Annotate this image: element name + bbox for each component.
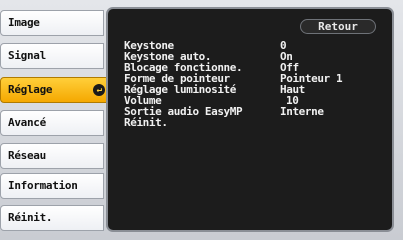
return-button[interactable]: Retour <box>300 19 376 34</box>
menu-item-reinit[interactable]: Réinit. <box>0 205 104 231</box>
menu-item-label: Information <box>8 179 78 192</box>
menu-item-image[interactable]: Image <box>0 10 104 36</box>
menu-item-signal[interactable]: Signal <box>0 43 104 69</box>
menu-item-reglage[interactable]: Réglage ↵ <box>0 77 112 103</box>
enter-icon: ↵ <box>93 84 105 96</box>
setting-value: Interne <box>280 105 324 118</box>
menu-item-label: Réinit. <box>8 211 53 224</box>
projector-menu-frame: Image Signal Réglage ↵ Avancé Réseau Inf… <box>0 0 403 240</box>
menu-item-label: Réglage <box>8 83 53 96</box>
menu-item-label: Réseau <box>8 149 46 162</box>
setting-label: Réinit. <box>124 116 168 129</box>
menu-item-label: Avancé <box>8 116 46 129</box>
menu-item-reseau[interactable]: Réseau <box>0 143 104 169</box>
menu-item-label: Signal <box>8 49 46 62</box>
menu-item-label: Image <box>8 16 40 29</box>
settings-panel: Retour Keystone 0 Keystone auto. On Bloc… <box>106 7 394 232</box>
menu-item-information[interactable]: Information <box>0 173 104 199</box>
menu-item-avance[interactable]: Avancé <box>0 110 104 136</box>
